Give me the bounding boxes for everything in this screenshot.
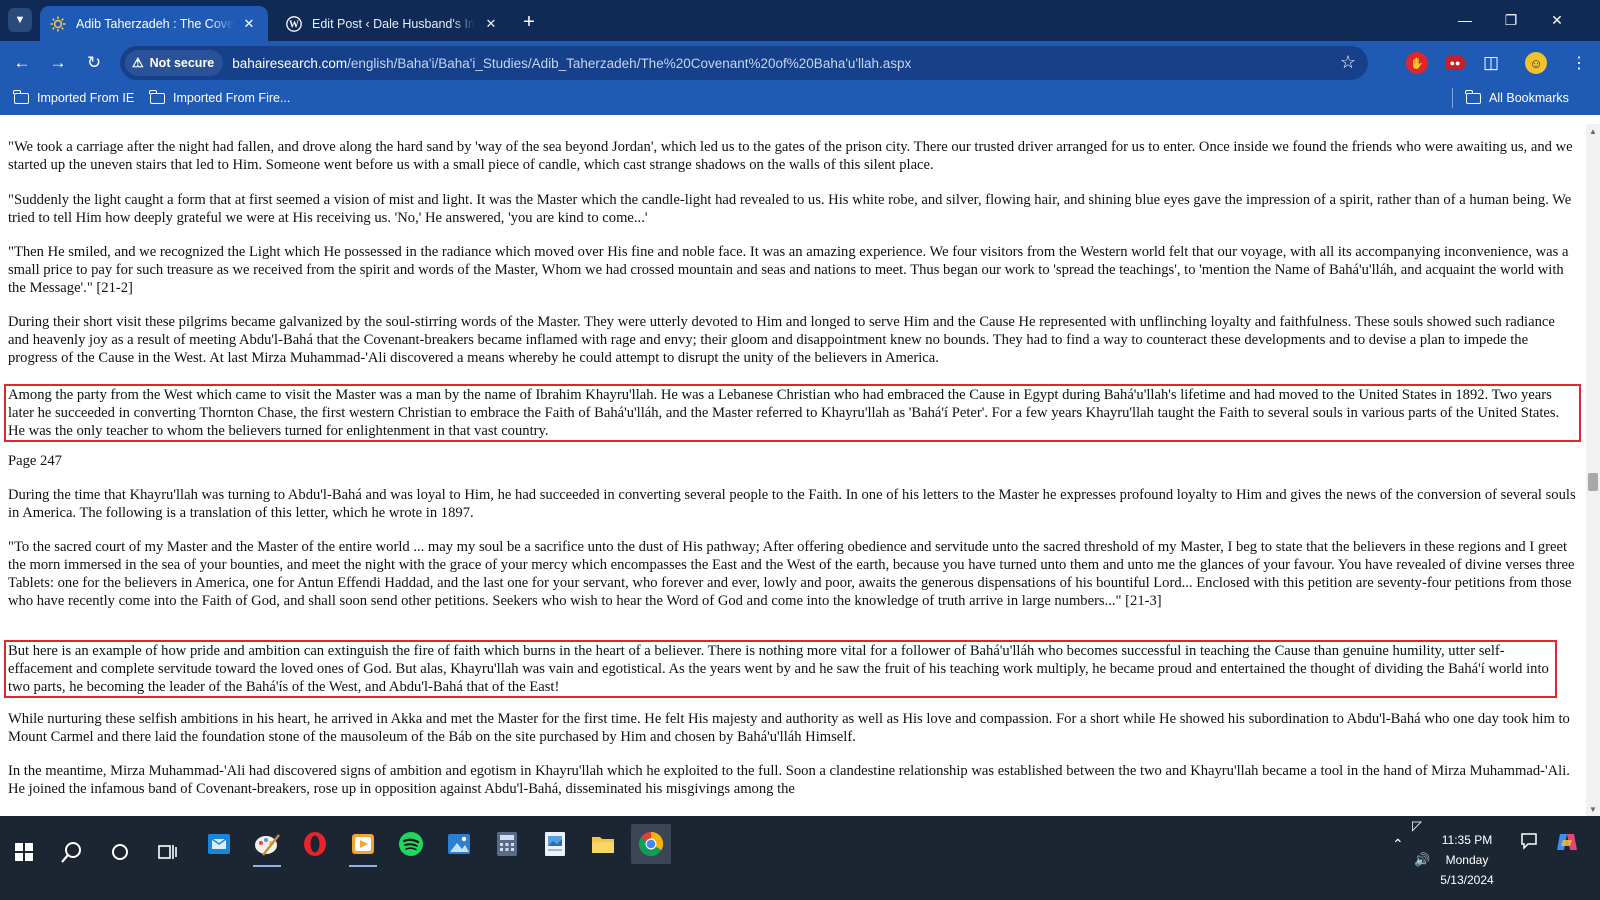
folder-icon bbox=[149, 89, 165, 104]
bookmark-label: Imported From Fire... bbox=[173, 91, 291, 105]
clock-date: 5/13/2024 bbox=[1440, 873, 1494, 887]
bookmarks-divider bbox=[1452, 88, 1453, 108]
chevron-down-icon: ▼ bbox=[14, 14, 26, 26]
photos-icon[interactable] bbox=[439, 824, 479, 864]
folder-icon bbox=[1465, 89, 1481, 104]
paragraph: "To the sacred court of my Master and th… bbox=[8, 539, 1575, 609]
taskbar-clock[interactable]: 11:35 PM Monday 5/13/2024 bbox=[1432, 830, 1502, 890]
bahai-favicon-icon bbox=[50, 16, 66, 32]
search-icon[interactable] bbox=[52, 832, 92, 872]
image-viewer-icon[interactable] bbox=[535, 824, 575, 864]
tab-search-button[interactable]: ▼ bbox=[8, 8, 32, 32]
tab-title: Edit Post ‹ Dale Husband's Intellectual … bbox=[312, 16, 476, 31]
tab-strip: ▼ Adib Taherzadeh : The Covenant of Bahá… bbox=[0, 0, 1600, 41]
address-bar[interactable]: ⚠ Not secure bahairesearch.com/english/B… bbox=[120, 46, 1368, 80]
paragraph: During the time that Khayru'llah was tur… bbox=[8, 487, 1576, 521]
spotify-icon[interactable] bbox=[391, 824, 431, 864]
calculator-icon[interactable] bbox=[487, 824, 527, 864]
task-view-icon[interactable] bbox=[148, 832, 188, 872]
scrollbar-thumb[interactable] bbox=[1588, 473, 1598, 491]
page-scrollbar[interactable]: ▲ ▼ bbox=[1586, 124, 1600, 816]
page-number: Page 247 bbox=[8, 453, 62, 469]
url-path: /english/Baha'i/Baha'i_Studies/Adib_Tahe… bbox=[347, 55, 912, 71]
svg-text:W: W bbox=[289, 19, 299, 30]
paint-icon[interactable] bbox=[247, 824, 287, 867]
opera-icon[interactable] bbox=[295, 824, 335, 864]
media-player-icon[interactable] bbox=[343, 824, 383, 867]
volume-icon[interactable]: 🔊 bbox=[1414, 852, 1430, 868]
tab-close-icon[interactable]: ✕ bbox=[482, 15, 500, 33]
notifications-icon[interactable] bbox=[1520, 832, 1538, 853]
paragraph: In the meantime, Mirza Muhammad-'Ali had… bbox=[8, 763, 1570, 797]
restore-button[interactable]: ❐ bbox=[1488, 0, 1534, 40]
paragraph: "Then He smiled, and we recognized the L… bbox=[8, 244, 1569, 296]
bookmark-folder[interactable]: Imported From IE bbox=[13, 89, 135, 105]
clock-day: Monday bbox=[1445, 853, 1489, 867]
back-button[interactable]: ← bbox=[8, 49, 36, 77]
extensions-puzzle-icon[interactable]: ◫ bbox=[1480, 52, 1502, 74]
taskbar: ◸ ⌃ 🔊 11:35 PM Monday 5/13/2024 bbox=[0, 816, 1600, 900]
highlighted-paragraph: Among the party from the West which came… bbox=[4, 384, 1581, 442]
reload-button[interactable]: ↻ bbox=[80, 49, 108, 77]
copilot-icon[interactable] bbox=[1556, 832, 1578, 855]
security-indicator[interactable]: ⚠ Not secure bbox=[125, 50, 224, 76]
bookmark-label: Imported From IE bbox=[37, 91, 135, 105]
clock-time: 11:35 PM bbox=[1441, 833, 1493, 847]
network-icon[interactable]: ◸ bbox=[1412, 818, 1422, 834]
folder-icon bbox=[13, 89, 29, 104]
tab-close-icon[interactable]: ✕ bbox=[240, 15, 258, 33]
tab-inactive[interactable]: W Edit Post ‹ Dale Husband's Intellectua… bbox=[276, 6, 510, 41]
warning-icon: ⚠ bbox=[132, 55, 144, 70]
tab-title: Adib Taherzadeh : The Covenant of Bahá'u… bbox=[76, 16, 234, 31]
windows-start-icon[interactable] bbox=[4, 832, 44, 872]
bookmark-star-icon[interactable]: ☆ bbox=[1340, 52, 1356, 73]
outlook-icon[interactable] bbox=[199, 824, 239, 864]
highlighted-paragraph: But here is an example of how pride and … bbox=[4, 640, 1557, 698]
forward-button[interactable]: → bbox=[44, 49, 72, 77]
all-bookmarks-label: All Bookmarks bbox=[1489, 91, 1569, 105]
scroll-up-arrow-icon[interactable]: ▲ bbox=[1586, 124, 1600, 138]
chrome-icon[interactable] bbox=[631, 824, 671, 864]
scroll-down-arrow-icon[interactable]: ▼ bbox=[1586, 802, 1600, 816]
paragraph: "Suddenly the light caught a form that a… bbox=[8, 192, 1572, 226]
url-host: bahairesearch.com bbox=[232, 55, 348, 71]
show-hidden-icons-chevron-icon[interactable]: ⌃ bbox=[1392, 836, 1404, 853]
extension-record-icon[interactable]: ●● bbox=[1445, 56, 1465, 70]
extension-hand-icon[interactable]: ✋ bbox=[1406, 52, 1428, 74]
paragraph: During their short visit these pilgrims … bbox=[8, 314, 1555, 366]
window-close-button[interactable]: ✕ bbox=[1534, 0, 1580, 40]
url-text: bahairesearch.com/english/Baha'i/Baha'i_… bbox=[232, 56, 911, 71]
paragraph: While nurturing these selfish ambitions … bbox=[8, 711, 1570, 745]
wordpress-icon: W bbox=[286, 15, 302, 32]
new-tab-button[interactable]: + bbox=[516, 9, 542, 35]
all-bookmarks-button[interactable]: All Bookmarks bbox=[1452, 88, 1569, 108]
profile-avatar-icon[interactable]: ☺ bbox=[1525, 52, 1547, 74]
cortana-icon[interactable] bbox=[100, 832, 140, 872]
browser-toolbar: ← → ↻ ⚠ Not secure bahairesearch.com/eng… bbox=[0, 41, 1600, 85]
bookmark-folder[interactable]: Imported From Fire... bbox=[149, 89, 291, 105]
paragraph: "We took a carriage after the night had … bbox=[8, 139, 1573, 173]
tab-active[interactable]: Adib Taherzadeh : The Covenant of Bahá'u… bbox=[40, 6, 268, 41]
browser-menu-icon[interactable]: ⋮ bbox=[1568, 52, 1590, 74]
bookmarks-bar: Imported From IE Imported From Fire... A… bbox=[0, 85, 1600, 115]
file-explorer-icon[interactable] bbox=[583, 824, 623, 864]
minimize-button[interactable]: — bbox=[1442, 0, 1488, 40]
page-content: "We took a carriage after the night had … bbox=[0, 124, 1586, 816]
security-label: Not secure bbox=[149, 56, 215, 70]
